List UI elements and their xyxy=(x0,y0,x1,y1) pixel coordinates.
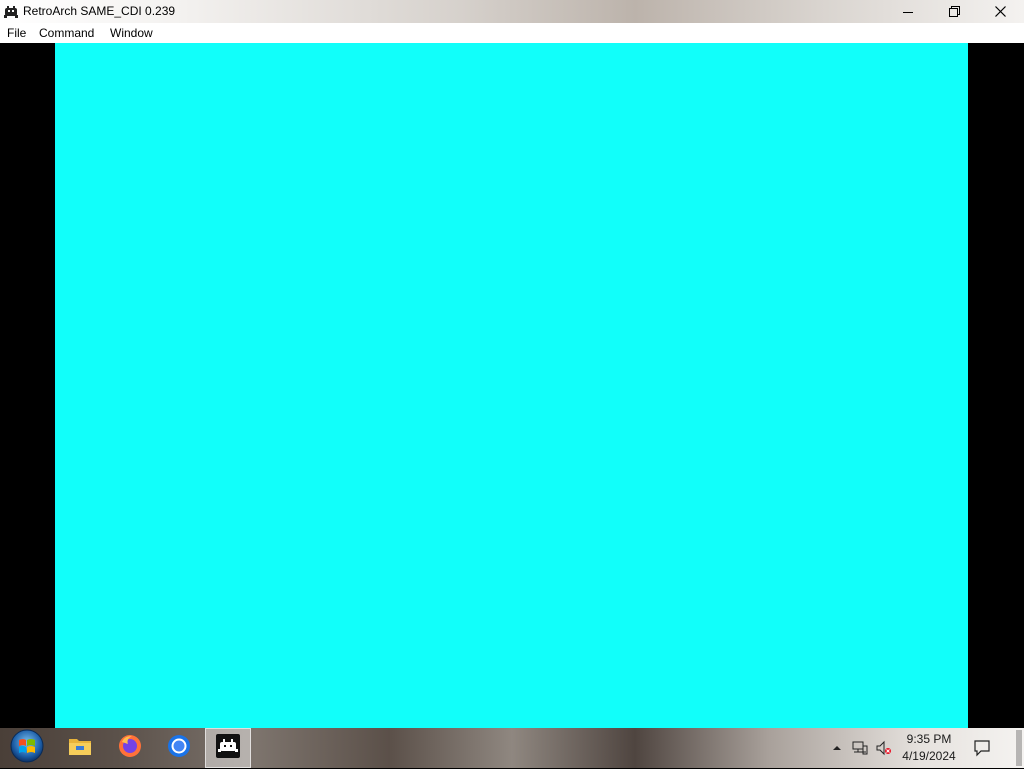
taskbar-chrome[interactable] xyxy=(156,728,202,768)
restore-button[interactable] xyxy=(931,0,977,23)
firefox-icon xyxy=(118,734,142,763)
show-desktop-button[interactable] xyxy=(1016,730,1022,766)
close-button[interactable] xyxy=(977,0,1023,23)
menu-window[interactable]: Window xyxy=(110,26,153,40)
menu-command[interactable]: Command xyxy=(39,26,94,40)
menu-file[interactable]: File xyxy=(7,26,26,40)
network-icon[interactable] xyxy=(852,740,868,756)
taskbar-file-explorer[interactable] xyxy=(57,728,103,768)
action-center-icon[interactable] xyxy=(973,739,991,757)
chrome-icon xyxy=(167,734,191,763)
taskbar-retroarch[interactable] xyxy=(205,728,251,768)
clock-date: 4/19/2024 xyxy=(902,749,956,763)
menu-bar: File Command Window xyxy=(0,23,1024,43)
restore-icon xyxy=(948,6,960,17)
clock-time: 9:35 PM xyxy=(906,732,952,746)
window-title-bar[interactable]: RetroArch SAME_CDI 0.239 xyxy=(0,0,1024,23)
retroarch-icon xyxy=(4,5,18,18)
file-explorer-icon xyxy=(68,736,92,761)
show-hidden-icons-chevron[interactable] xyxy=(829,740,845,756)
minimize-button[interactable] xyxy=(885,0,931,23)
start-button[interactable] xyxy=(4,728,50,768)
volume-muted-icon[interactable] xyxy=(876,740,892,756)
windows-start-icon xyxy=(9,728,45,769)
game-screen[interactable] xyxy=(55,43,968,728)
retroarch-icon xyxy=(215,733,241,764)
minimize-icon xyxy=(903,7,913,17)
window-title: RetroArch SAME_CDI 0.239 xyxy=(23,4,176,18)
emulator-viewport xyxy=(0,43,1024,728)
taskbar-firefox[interactable] xyxy=(107,728,153,768)
taskbar: 9:35 PM 4/19/2024 xyxy=(0,728,1024,768)
close-icon xyxy=(994,6,1006,17)
taskbar-clock[interactable]: 9:35 PM 4/19/2024 xyxy=(896,731,962,765)
